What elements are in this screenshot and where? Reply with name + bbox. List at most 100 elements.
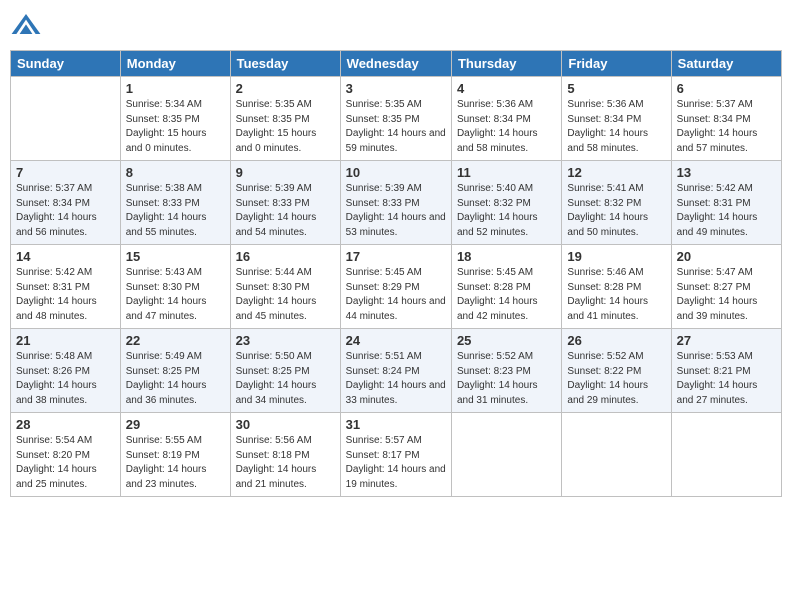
day-info: Sunrise: 5:48 AMSunset: 8:26 PMDaylight:… xyxy=(16,350,115,408)
day-number: 7 xyxy=(16,165,115,180)
day-number: 5 xyxy=(567,81,665,96)
day-info: Sunrise: 5:54 AMSunset: 8:20 PMDaylight:… xyxy=(16,434,115,492)
day-header-sunday: Sunday xyxy=(11,51,121,77)
calendar-cell: 17Sunrise: 5:45 AMSunset: 8:29 PMDayligh… xyxy=(340,245,451,329)
day-info: Sunrise: 5:35 AMSunset: 8:35 PMDaylight:… xyxy=(236,98,335,156)
day-number: 8 xyxy=(126,165,225,180)
day-info: Sunrise: 5:42 AMSunset: 8:31 PMDaylight:… xyxy=(677,182,776,240)
day-header-saturday: Saturday xyxy=(671,51,781,77)
day-info: Sunrise: 5:52 AMSunset: 8:22 PMDaylight:… xyxy=(567,350,665,408)
calendar-cell: 26 Sunrise: 5:52 AMSunset: 8:22 PMDayligh… xyxy=(562,329,671,413)
day-number: 31 xyxy=(346,417,446,432)
day-number: 23 xyxy=(236,333,335,348)
day-number: 16 xyxy=(236,249,335,264)
day-number: 24 xyxy=(346,333,446,348)
day-header-tuesday: Tuesday xyxy=(230,51,340,77)
day-number: 14 xyxy=(16,249,115,264)
calendar-cell xyxy=(11,77,121,161)
calendar-cell: 18 Sunrise: 5:45 AMSunset: 8:28 PMDayligh… xyxy=(451,245,561,329)
calendar-cell: 14 Sunrise: 5:42 AMSunset: 8:31 PMDayligh… xyxy=(11,245,121,329)
calendar-cell: 8 Sunrise: 5:38 AMSunset: 8:33 PMDaylight… xyxy=(120,161,230,245)
day-number: 20 xyxy=(677,249,776,264)
calendar-week-row: 1 Sunrise: 5:34 AMSunset: 8:35 PMDaylight… xyxy=(11,77,782,161)
day-info: Sunrise: 5:43 AMSunset: 8:30 PMDaylight:… xyxy=(126,266,225,324)
calendar-cell: 29 Sunrise: 5:55 AMSunset: 8:19 PMDayligh… xyxy=(120,413,230,497)
day-number: 30 xyxy=(236,417,335,432)
day-number: 12 xyxy=(567,165,665,180)
day-info: Sunrise: 5:36 AMSunset: 8:34 PMDaylight:… xyxy=(567,98,665,156)
day-number: 18 xyxy=(457,249,556,264)
day-info: Sunrise: 5:47 AMSunset: 8:27 PMDaylight:… xyxy=(677,266,776,324)
day-info: Sunrise: 5:51 AMSunset: 8:24 PMDaylight:… xyxy=(346,350,446,408)
day-number: 3 xyxy=(346,81,446,96)
calendar-cell: 6 Sunrise: 5:37 AMSunset: 8:34 PMDaylight… xyxy=(671,77,781,161)
page-header xyxy=(10,10,782,42)
day-info: Sunrise: 5:46 AMSunset: 8:28 PMDaylight:… xyxy=(567,266,665,324)
day-number: 1 xyxy=(126,81,225,96)
day-number: 26 xyxy=(567,333,665,348)
day-info: Sunrise: 5:50 AMSunset: 8:25 PMDaylight:… xyxy=(236,350,335,408)
day-number: 29 xyxy=(126,417,225,432)
calendar-header-row: SundayMondayTuesdayWednesdayThursdayFrid… xyxy=(11,51,782,77)
day-number: 19 xyxy=(567,249,665,264)
calendar-cell: 15 Sunrise: 5:43 AMSunset: 8:30 PMDayligh… xyxy=(120,245,230,329)
day-info: Sunrise: 5:44 AMSunset: 8:30 PMDaylight:… xyxy=(236,266,335,324)
day-info: Sunrise: 5:52 AMSunset: 8:23 PMDaylight:… xyxy=(457,350,556,408)
calendar-table: SundayMondayTuesdayWednesdayThursdayFrid… xyxy=(10,50,782,497)
calendar-cell: 25 Sunrise: 5:52 AMSunset: 8:23 PMDayligh… xyxy=(451,329,561,413)
day-header-wednesday: Wednesday xyxy=(340,51,451,77)
day-header-monday: Monday xyxy=(120,51,230,77)
logo xyxy=(10,10,46,42)
calendar-cell: 21 Sunrise: 5:48 AMSunset: 8:26 PMDayligh… xyxy=(11,329,121,413)
calendar-cell: 31 Sunrise: 5:57 AMSunset: 8:17 PMDayligh… xyxy=(340,413,451,497)
day-number: 4 xyxy=(457,81,556,96)
calendar-cell: 12 Sunrise: 5:41 AMSunset: 8:32 PMDayligh… xyxy=(562,161,671,245)
calendar-cell: 1 Sunrise: 5:34 AMSunset: 8:35 PMDaylight… xyxy=(120,77,230,161)
calendar-cell xyxy=(671,413,781,497)
calendar-cell: 27Sunrise: 5:53 AMSunset: 8:21 PMDayligh… xyxy=(671,329,781,413)
day-header-friday: Friday xyxy=(562,51,671,77)
day-info: Sunrise: 5:40 AMSunset: 8:32 PMDaylight:… xyxy=(457,182,556,240)
calendar-cell: 11Sunrise: 5:40 AMSunset: 8:32 PMDayligh… xyxy=(451,161,561,245)
day-number: 27 xyxy=(677,333,776,348)
day-number: 9 xyxy=(236,165,335,180)
day-info: Sunrise: 5:41 AMSunset: 8:32 PMDaylight:… xyxy=(567,182,665,240)
day-number: 28 xyxy=(16,417,115,432)
day-info: Sunrise: 5:45 AMSunset: 8:28 PMDaylight:… xyxy=(457,266,556,324)
calendar-cell: 2 Sunrise: 5:35 AMSunset: 8:35 PMDaylight… xyxy=(230,77,340,161)
calendar-cell: 28 Sunrise: 5:54 AMSunset: 8:20 PMDayligh… xyxy=(11,413,121,497)
day-info: Sunrise: 5:55 AMSunset: 8:19 PMDaylight:… xyxy=(126,434,225,492)
day-info: Sunrise: 5:35 AMSunset: 8:35 PMDaylight:… xyxy=(346,98,446,156)
day-info: Sunrise: 5:37 AMSunset: 8:34 PMDaylight:… xyxy=(677,98,776,156)
calendar-cell: 13 Sunrise: 5:42 AMSunset: 8:31 PMDayligh… xyxy=(671,161,781,245)
day-info: Sunrise: 5:39 AMSunset: 8:33 PMDaylight:… xyxy=(346,182,446,240)
day-number: 25 xyxy=(457,333,556,348)
day-number: 13 xyxy=(677,165,776,180)
calendar-cell: 5 Sunrise: 5:36 AMSunset: 8:34 PMDaylight… xyxy=(562,77,671,161)
calendar-week-row: 14 Sunrise: 5:42 AMSunset: 8:31 PMDayligh… xyxy=(11,245,782,329)
day-info: Sunrise: 5:42 AMSunset: 8:31 PMDaylight:… xyxy=(16,266,115,324)
day-number: 21 xyxy=(16,333,115,348)
calendar-cell: 10Sunrise: 5:39 AMSunset: 8:33 PMDayligh… xyxy=(340,161,451,245)
day-info: Sunrise: 5:57 AMSunset: 8:17 PMDaylight:… xyxy=(346,434,446,492)
calendar-cell: 22Sunrise: 5:49 AMSunset: 8:25 PMDayligh… xyxy=(120,329,230,413)
day-number: 6 xyxy=(677,81,776,96)
calendar-cell: 23 Sunrise: 5:50 AMSunset: 8:25 PMDayligh… xyxy=(230,329,340,413)
day-number: 17 xyxy=(346,249,446,264)
calendar-week-row: 21 Sunrise: 5:48 AMSunset: 8:26 PMDayligh… xyxy=(11,329,782,413)
day-number: 15 xyxy=(126,249,225,264)
day-number: 2 xyxy=(236,81,335,96)
calendar-cell: 30Sunrise: 5:56 AMSunset: 8:18 PMDayligh… xyxy=(230,413,340,497)
calendar-cell: 20 Sunrise: 5:47 AMSunset: 8:27 PMDayligh… xyxy=(671,245,781,329)
calendar-cell: 4Sunrise: 5:36 AMSunset: 8:34 PMDaylight… xyxy=(451,77,561,161)
day-info: Sunrise: 5:37 AMSunset: 8:34 PMDaylight:… xyxy=(16,182,115,240)
calendar-cell: 9Sunrise: 5:39 AMSunset: 8:33 PMDaylight… xyxy=(230,161,340,245)
logo-icon xyxy=(10,10,42,42)
calendar-cell: 7 Sunrise: 5:37 AMSunset: 8:34 PMDaylight… xyxy=(11,161,121,245)
day-info: Sunrise: 5:38 AMSunset: 8:33 PMDaylight:… xyxy=(126,182,225,240)
calendar-cell xyxy=(451,413,561,497)
day-info: Sunrise: 5:34 AMSunset: 8:35 PMDaylight:… xyxy=(126,98,225,156)
calendar-cell: 16 Sunrise: 5:44 AMSunset: 8:30 PMDayligh… xyxy=(230,245,340,329)
day-number: 22 xyxy=(126,333,225,348)
calendar-cell: 24 Sunrise: 5:51 AMSunset: 8:24 PMDayligh… xyxy=(340,329,451,413)
